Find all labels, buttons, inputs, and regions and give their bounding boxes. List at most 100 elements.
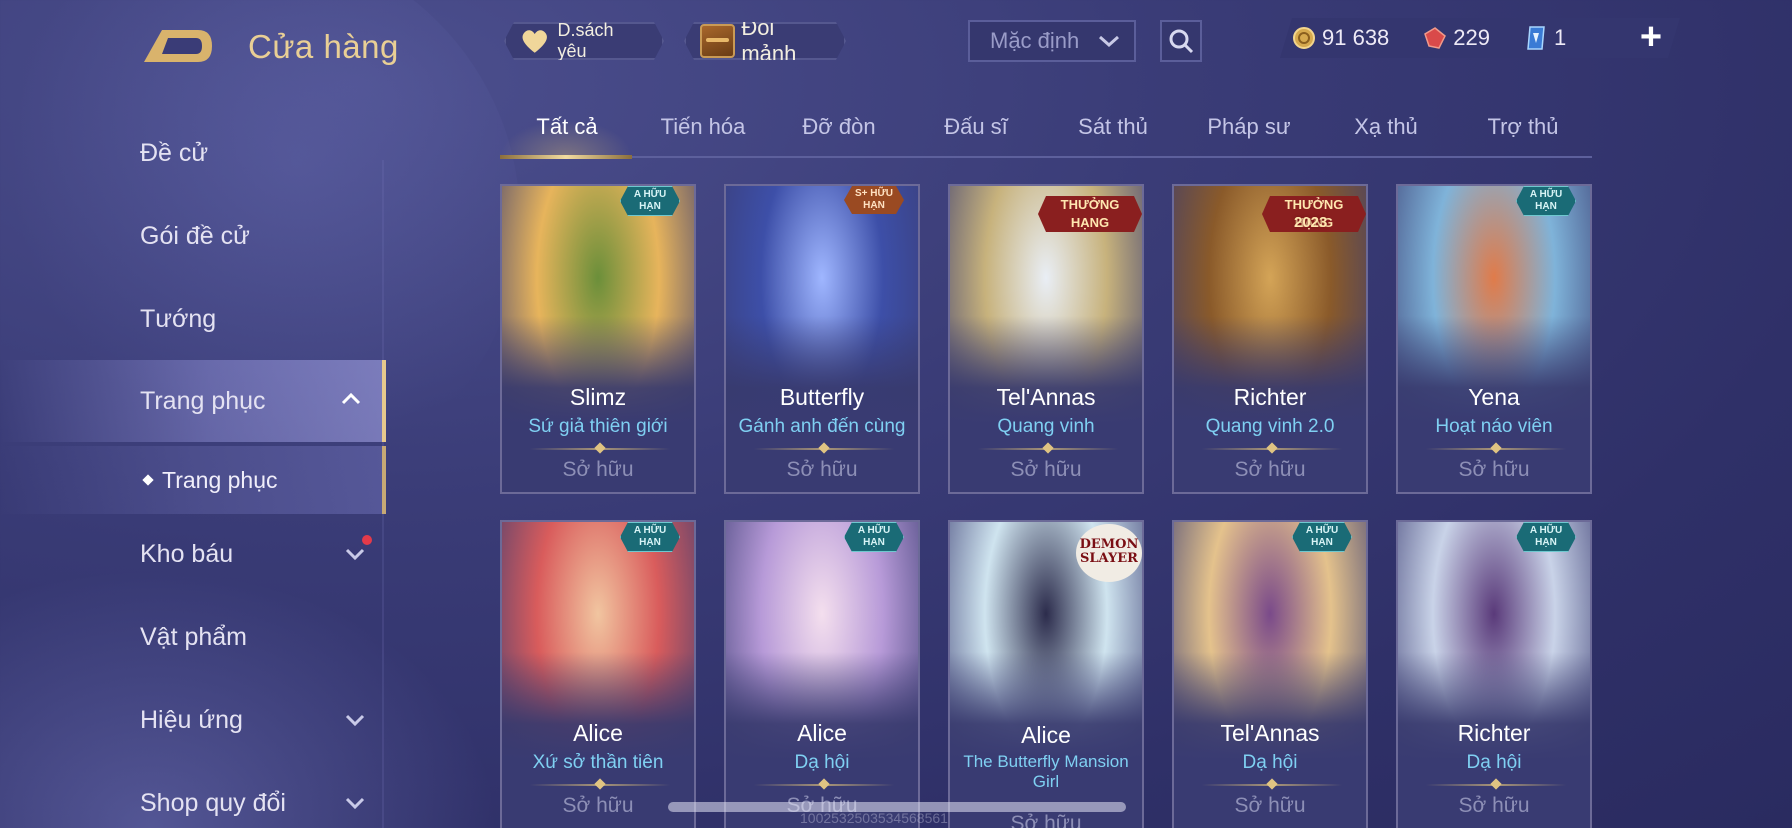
sidebar-item-label: Tướng: [140, 304, 217, 333]
rarity-tag: A HỮU HẠN: [620, 522, 680, 552]
ownership-status: Sở hữu: [1010, 812, 1082, 828]
add-currency-button[interactable]: +: [1636, 18, 1666, 56]
bullet-diamond-icon: [142, 474, 154, 486]
skin-card[interactable]: THƯỞNG HẠNG Tel'Annas Quang vinh Sở hữu: [948, 184, 1144, 494]
page-title: Cửa hàng: [248, 28, 399, 65]
hero-name: Butterfly: [779, 384, 865, 410]
tab-fighter[interactable]: Đấu sĩ: [911, 114, 1041, 140]
chevron-up-icon: [341, 392, 361, 405]
rank-year: 2023: [1294, 214, 1328, 231]
skin-card[interactable]: THƯỞNG HẠNG 2023 Richter Quang vinh 2.0 …: [1172, 184, 1368, 494]
sidebar-subitem-label: Trang phục: [162, 466, 278, 493]
voucher-icon: [1423, 26, 1447, 50]
hero-name: Slimz: [569, 384, 627, 410]
ownership-status: Sở hữu: [1234, 458, 1306, 481]
hero-name: Richter: [1457, 720, 1531, 746]
ownership-status: Sở hữu: [1234, 794, 1306, 817]
sidebar-item-label: Vật phẩm: [140, 622, 248, 651]
skin-name: The Butterfly Mansion Girl: [963, 752, 1129, 791]
sidebar-item-label: Đề cử: [140, 138, 209, 167]
sidebar-item-label: Gói đề cử: [140, 221, 250, 250]
sidebar-item-label: Kho báu: [140, 539, 234, 568]
skin-name: Dạ hội: [1466, 752, 1522, 773]
rarity-tag: A HỮU HẠN: [844, 522, 904, 552]
hero-name: Yena: [1468, 384, 1520, 410]
rarity-tag: A HỮU HẠN: [1516, 522, 1576, 552]
sort-value: Mặc định: [990, 28, 1080, 53]
tab-assassin[interactable]: Sát thủ: [1048, 114, 1178, 140]
voucher-amount: 229: [1453, 25, 1491, 50]
ownership-status: Sở hữu: [562, 458, 634, 481]
skin-card[interactable]: A HỮU HẠN Slimz Sứ giả thiên giới Sở hữu: [500, 184, 696, 494]
sidebar-item-recommended-packs[interactable]: Gói đề cử: [0, 197, 386, 275]
rarity-tag: A HỮU HẠN: [1292, 522, 1352, 552]
tab-all[interactable]: Tất cả: [502, 114, 632, 140]
voucher-balance: 229: [1423, 25, 1490, 51]
sidebar: Đề cử Gói đề cử Tướng Trang phục Trang p…: [0, 100, 390, 828]
ownership-status: Sở hữu: [562, 794, 634, 817]
hero-name: Tel'Annas: [996, 384, 1096, 410]
chevron-down-icon: [1099, 35, 1119, 48]
sidebar-item-skins[interactable]: Trang phục: [0, 360, 386, 442]
skin-name: Dạ hội: [794, 752, 850, 773]
sort-dropdown[interactable]: Mặc định: [968, 20, 1136, 62]
crystal-amount: 1: [1554, 25, 1567, 50]
tab-active-underline: [500, 155, 632, 159]
skin-name: Quang vinh 2.0: [1205, 416, 1335, 437]
ownership-status: Sở hữu: [1010, 458, 1082, 481]
sidebar-item-label: Shop quy đổi: [140, 788, 286, 817]
tab-marksman[interactable]: Xạ thủ: [1321, 114, 1451, 140]
back-arrow-icon: [144, 30, 212, 62]
rarity-tag: A HỮU HẠN: [620, 186, 680, 216]
hero-name: Tel'Annas: [1220, 720, 1320, 746]
skin-card[interactable]: A HỮU HẠN Alice Xứ sở thần tiên Sở hữu: [500, 520, 696, 828]
tab-support[interactable]: Trợ thủ: [1458, 114, 1588, 140]
skin-card[interactable]: DEMON SLAYER Alice The Butterfly Mansion…: [948, 520, 1144, 828]
sidebar-item-treasure[interactable]: Kho báu: [0, 515, 386, 593]
skin-card[interactable]: A HỮU HẠN Tel'Annas Dạ hội Sở hữu: [1172, 520, 1368, 828]
rarity-tag: S+ HỮU HẠN: [844, 186, 904, 214]
trade-fragments-button[interactable]: Đổi mảnh: [684, 22, 846, 60]
sidebar-item-effects[interactable]: Hiệu ứng: [0, 681, 386, 759]
crystal-balance: 1: [1524, 25, 1566, 51]
back-button[interactable]: [140, 26, 216, 66]
sidebar-item-items[interactable]: Vật phẩm: [0, 598, 386, 676]
ownership-status: Sở hữu: [1458, 458, 1530, 481]
hero-name: Alice: [1021, 722, 1071, 748]
favorites-button[interactable]: D.sách yêu: [504, 22, 664, 60]
tab-evolution[interactable]: Tiến hóa: [638, 114, 768, 140]
hero-name: Alice: [797, 720, 847, 746]
chest-icon: [700, 24, 735, 58]
hero-name: Richter: [1233, 384, 1307, 410]
sidebar-item-label: Trang phục: [140, 386, 266, 415]
sidebar-item-recommended[interactable]: Đề cử: [0, 114, 386, 192]
tab-tank[interactable]: Đỡ đòn: [774, 114, 904, 140]
skin-card[interactable]: A HỮU HẠN Richter Dạ hội Sở hữu: [1396, 520, 1592, 828]
skin-card[interactable]: S+ HỮU HẠN Butterfly Gánh anh đến cùng S…: [724, 184, 920, 494]
favorites-label: D.sách yêu: [557, 20, 614, 61]
sidebar-item-exchange-shop[interactable]: Shop quy đổi: [0, 764, 386, 828]
search-button[interactable]: [1160, 20, 1202, 62]
sidebar-subitem-skins[interactable]: Trang phục: [0, 446, 386, 514]
chevron-down-icon: [345, 714, 365, 727]
plus-icon: +: [1639, 16, 1663, 58]
gold-amount: 91 638: [1322, 25, 1390, 50]
rank-reward-tag: THƯỞNG HẠNG: [1038, 196, 1142, 232]
chevron-down-icon: [345, 797, 365, 810]
collab-logo: DEMON SLAYER: [1076, 524, 1142, 582]
gold-balance: 91 638: [1292, 25, 1389, 51]
chevron-down-icon: [345, 548, 365, 561]
skin-name: Hoạt náo viên: [1435, 416, 1553, 437]
tab-mage[interactable]: Pháp sư: [1184, 114, 1314, 140]
skin-name: Dạ hội: [1242, 752, 1298, 773]
skin-name: Gánh anh đến cùng: [738, 416, 906, 437]
skin-card[interactable]: A HỮU HẠN Alice Dạ hội Sở hữu: [724, 520, 920, 828]
skin-name: Xứ sở thần tiên: [532, 752, 664, 773]
skin-card[interactable]: A HỮU HẠN Yena Hoạt náo viên Sở hữu: [1396, 184, 1592, 494]
search-icon: [1169, 29, 1194, 54]
trade-label: Đổi mảnh: [741, 15, 797, 66]
sidebar-item-heroes[interactable]: Tướng: [0, 280, 386, 358]
crystal-icon: [1524, 25, 1548, 51]
hero-name: Alice: [573, 720, 623, 746]
ownership-status: Sở hữu: [786, 458, 858, 481]
